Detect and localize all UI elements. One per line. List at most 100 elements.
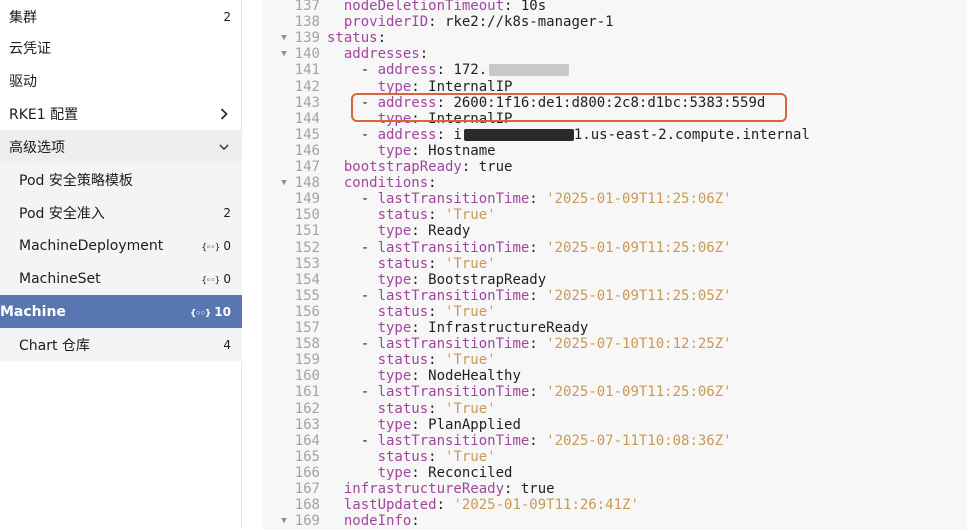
yaml-key: address xyxy=(377,126,437,143)
code-text: type: Reconciled xyxy=(327,464,513,481)
code-line[interactable]: 138 providerID: rke2://k8s-manager-1 xyxy=(263,14,967,30)
yaml-value: Reconciled xyxy=(428,464,513,481)
code-line[interactable]: 147 bootstrapReady: true xyxy=(263,159,967,175)
code-text: type: NodeHealthy xyxy=(327,368,521,384)
count-value: 2 xyxy=(223,9,231,24)
line-number: 137 xyxy=(294,0,320,14)
yaml-colon: : xyxy=(436,497,454,514)
yaml-key: status xyxy=(327,30,378,47)
sidebar-item-label: MachineDeployment xyxy=(19,237,164,254)
count-value: 0 xyxy=(223,271,231,286)
yaml-colon: : xyxy=(411,464,429,481)
line-number: 149 xyxy=(294,191,320,208)
code-line[interactable]: 154 type: BootstrapReady xyxy=(263,272,967,288)
code-line[interactable]: 145 - address: i 1.us-east-2.compute.inte… xyxy=(263,127,967,143)
code-line[interactable]: 161 - lastTransitionTime: '2025-01-09T11… xyxy=(263,384,967,400)
yaml-editor[interactable]: 137 nodeDeletionTimeout: 10s 138 provider… xyxy=(263,0,967,529)
yaml-value: 'True' xyxy=(445,255,496,272)
sidebar-item-[interactable]: 云凭证 xyxy=(0,31,242,64)
yaml-colon: : xyxy=(411,320,429,336)
code-text: - lastTransitionTime: '2025-01-09T11:25:… xyxy=(327,288,732,304)
sidebar-item-rke1[interactable]: RKE1 配置 xyxy=(0,97,242,130)
yaml-colon: : xyxy=(428,14,446,31)
sidebar-item-machineset[interactable]: MachineSet {◦◦} 0 xyxy=(0,262,242,295)
fold-toggle-icon[interactable]: ▼ xyxy=(279,30,289,46)
sidebar-item-[interactable]: 高级选项 xyxy=(0,130,242,163)
code-text: - lastTransitionTime: '2025-07-11T10:08:… xyxy=(327,433,732,449)
yaml-colon: : xyxy=(529,432,547,449)
sidebar-item-label: MachineSet xyxy=(19,270,101,287)
code-line[interactable]: 166 type: Reconciled xyxy=(263,465,967,481)
sidebar-item-label: Machine xyxy=(0,303,66,320)
code-line[interactable]: 151 type: Ready xyxy=(263,223,967,239)
sidebar-item-count: {◦◦} 10 xyxy=(190,305,231,319)
redaction-mark xyxy=(489,64,570,77)
code-text: - lastTransitionTime: '2025-07-10T10:12:… xyxy=(327,336,732,352)
code-line[interactable]: 140 ▼ addresses: xyxy=(263,46,967,62)
line-number: 164 xyxy=(294,432,320,449)
line-number: 168 xyxy=(294,497,320,514)
yaml-colon: : xyxy=(411,368,429,385)
sidebar-item-label: 驱动 xyxy=(9,73,37,90)
yaml-key: lastTransitionTime xyxy=(377,432,530,449)
yaml-colon: : xyxy=(436,62,454,79)
code-line[interactable]: 149 - lastTransitionTime: '2025-01-09T11… xyxy=(263,191,967,207)
code-line[interactable]: 162 status: 'True' xyxy=(263,401,967,417)
yaml-colon: : xyxy=(377,30,387,47)
yaml-colon: : xyxy=(428,255,446,272)
code-line[interactable]: 160 type: NodeHealthy xyxy=(263,368,967,384)
sidebar-item-machinedeployment[interactable]: MachineDeployment {◦◦} 0 xyxy=(0,229,242,262)
yaml-colon: : xyxy=(428,448,446,465)
code-line[interactable]: 155 - lastTransitionTime: '2025-01-09T11… xyxy=(263,288,967,304)
sidebar-item-[interactable]: 集群 2 xyxy=(0,0,242,33)
yaml-key: status xyxy=(377,207,429,224)
code-line[interactable]: 167 infrastructureReady: true xyxy=(263,481,967,497)
sidebar-item-count: 4 xyxy=(223,338,231,352)
yaml-value: true xyxy=(520,481,555,497)
code-text: conditions: xyxy=(327,175,437,191)
count-value: 10 xyxy=(214,304,231,319)
code-line[interactable]: 141 - address: 172. xyxy=(263,62,967,78)
yaml-key: type xyxy=(377,320,412,336)
sidebar-item-chart[interactable]: Chart 仓库 4 xyxy=(0,328,242,361)
yaml-key: status xyxy=(377,255,429,272)
line-number: 153 xyxy=(294,255,320,272)
code-line[interactable]: 146 type: Hostname xyxy=(263,143,967,159)
code-line[interactable]: 156 status: 'True' xyxy=(263,304,967,320)
line-number: 165 xyxy=(294,448,320,465)
code-line[interactable]: 153 status: 'True' xyxy=(263,256,967,272)
code-line[interactable]: 164 - lastTransitionTime: '2025-07-11T10… xyxy=(263,433,967,449)
fold-toggle-icon[interactable]: ▼ xyxy=(279,513,289,529)
code-line[interactable]: 169 ▼ nodeInfo: xyxy=(263,513,967,529)
code-line[interactable]: 158 - lastTransitionTime: '2025-07-10T10… xyxy=(263,336,967,352)
fold-toggle-icon[interactable]: ▼ xyxy=(279,175,289,191)
sidebar-item-machine[interactable]: Machine {◦◦} 10 xyxy=(0,295,242,328)
yaml-colon: : xyxy=(411,416,429,433)
sidebar-item-pod[interactable]: Pod 安全准入 2 xyxy=(0,196,242,229)
code-line[interactable]: 163 type: PlanApplied xyxy=(263,417,967,433)
sidebar-item-[interactable]: 驱动 xyxy=(0,64,242,97)
line-number: 163 xyxy=(294,416,320,433)
sidebar-item-pod[interactable]: Pod 安全策略模板 xyxy=(0,163,242,196)
code-line[interactable]: 152 - lastTransitionTime: '2025-01-09T11… xyxy=(263,240,967,256)
code-line[interactable]: 150 status: 'True' xyxy=(263,207,967,223)
code-line[interactable]: 139 ▼ status: xyxy=(263,30,967,46)
code-line[interactable]: 157 type: InfrastructureReady xyxy=(263,320,967,336)
code-line[interactable]: 148 ▼ conditions: xyxy=(263,175,967,191)
code-text: type: Hostname xyxy=(327,143,496,159)
code-line[interactable]: 165 status: 'True' xyxy=(263,449,967,465)
yaml-key: status xyxy=(377,400,429,417)
fold-toggle-icon[interactable]: ▼ xyxy=(279,46,289,62)
code-line[interactable]: 159 status: 'True' xyxy=(263,352,967,368)
code-line[interactable]: 137 nodeDeletionTimeout: 10s xyxy=(263,0,967,14)
code-line[interactable]: 168 lastUpdated: '2025-01-09T11:26:41Z' xyxy=(263,497,967,513)
code-text: status: 'True' xyxy=(327,207,496,223)
yaml-key: type xyxy=(377,142,412,159)
